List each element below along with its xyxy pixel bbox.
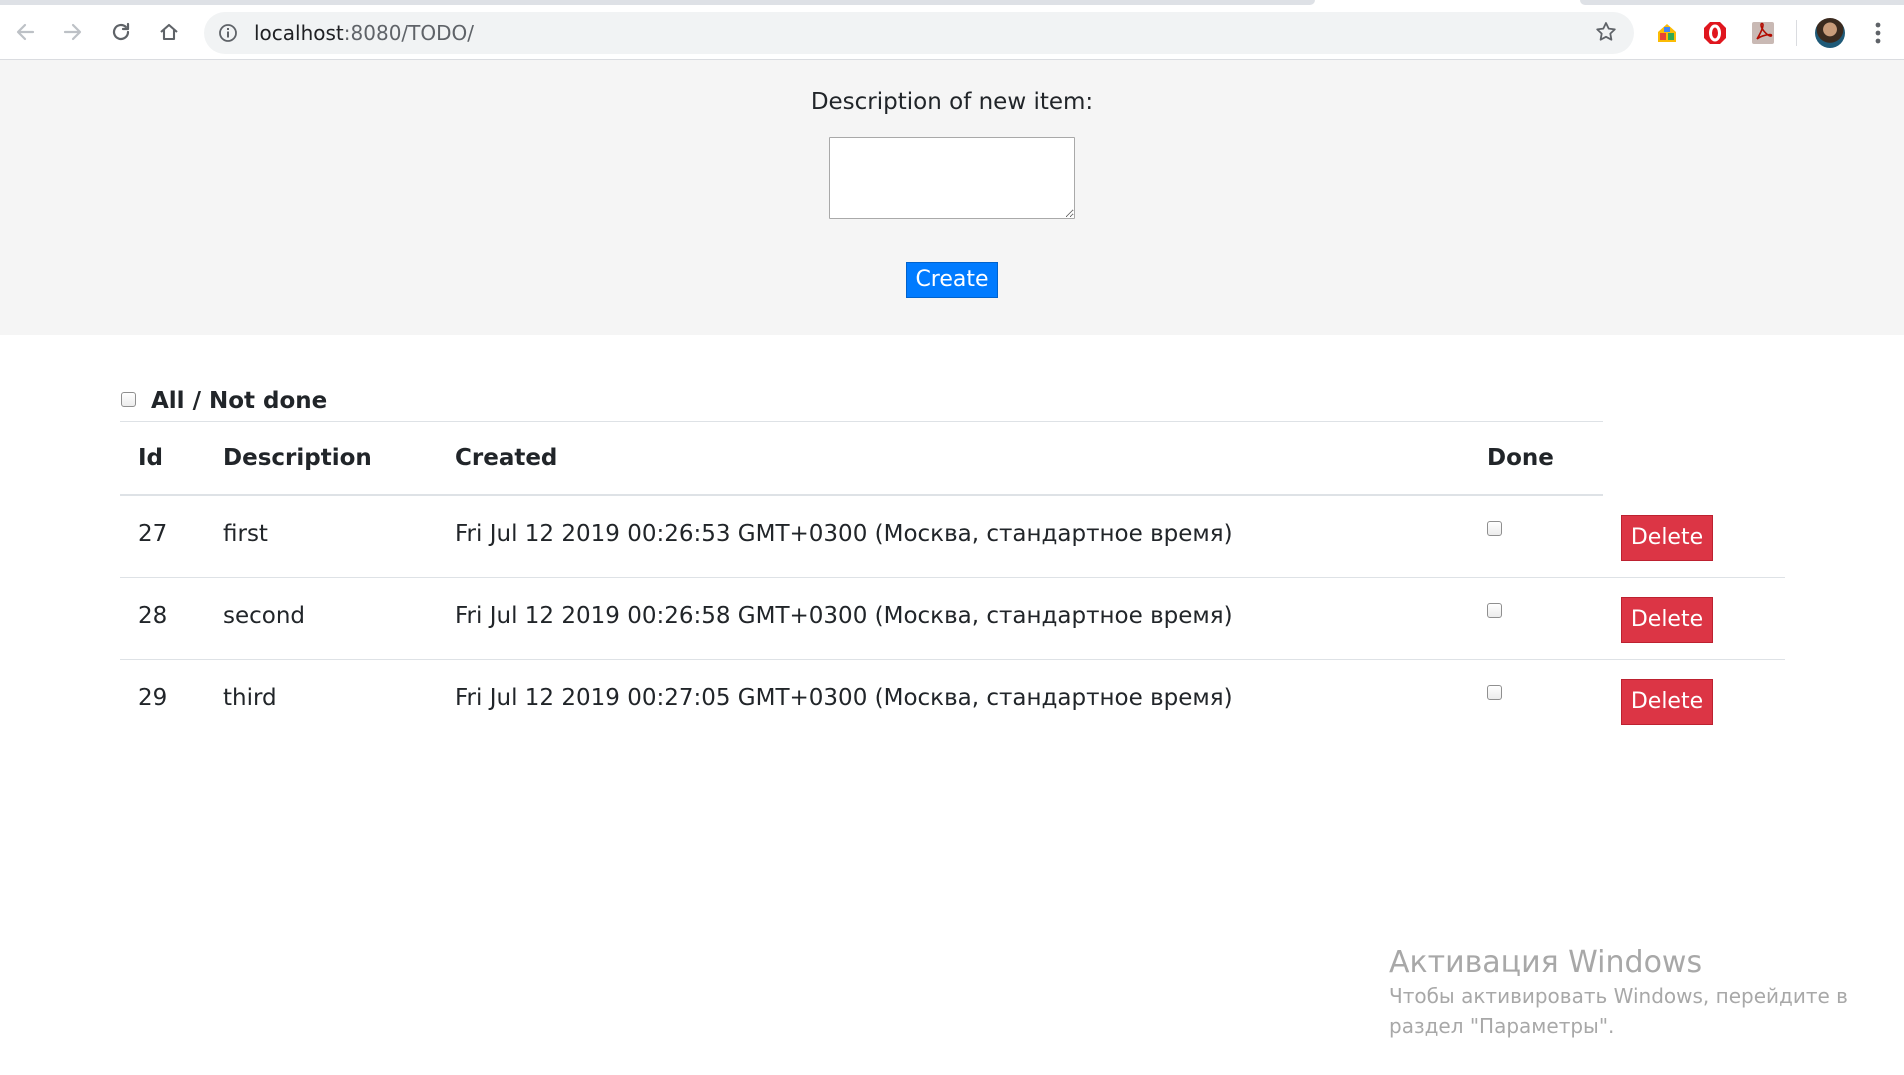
tab-strip-edge xyxy=(0,0,1315,5)
opera-adblock-icon[interactable] xyxy=(1702,20,1728,46)
windows-activation-watermark: Активация Windows Чтобы активировать Win… xyxy=(1389,945,1848,1041)
row-description: third xyxy=(223,685,277,711)
star-icon[interactable] xyxy=(1594,20,1618,44)
watermark-title: Активация Windows xyxy=(1389,945,1703,980)
table-row: 28 second Fri Jul 12 2019 00:26:58 GMT+0… xyxy=(120,578,1785,660)
table-row: 29 third Fri Jul 12 2019 00:27:05 GMT+03… xyxy=(120,660,1785,742)
arrow-right-icon xyxy=(63,23,82,41)
row-created: Fri Jul 12 2019 00:27:05 GMT+0300 (Москв… xyxy=(455,685,1233,711)
filter-row: All / Not done xyxy=(120,385,1603,422)
description-label: Description of new item: xyxy=(810,89,1094,115)
delete-button[interactable]: Delete xyxy=(1621,679,1713,725)
row-id: 28 xyxy=(138,603,168,629)
done-checkbox[interactable] xyxy=(1487,603,1502,618)
table-row: 27 first Fri Jul 12 2019 00:26:53 GMT+03… xyxy=(120,496,1785,578)
info-icon[interactable] xyxy=(218,23,238,43)
forward-button[interactable] xyxy=(58,17,88,47)
new-item-form: Description of new item: Create xyxy=(0,60,1904,335)
home-icon xyxy=(160,23,178,41)
back-button[interactable] xyxy=(10,17,40,47)
toolbar-divider xyxy=(1796,20,1797,46)
pdf-reader-icon[interactable] xyxy=(1750,20,1776,46)
row-description: second xyxy=(223,603,306,629)
row-created: Fri Jul 12 2019 00:26:53 GMT+0300 (Москв… xyxy=(455,521,1233,547)
watermark-line-2: раздел "Параметры". xyxy=(1389,1014,1615,1038)
delete-button[interactable]: Delete xyxy=(1621,597,1713,643)
tab-strip-edge-right xyxy=(1580,0,1904,5)
column-header-description: Description xyxy=(223,445,372,471)
delete-button[interactable]: Delete xyxy=(1621,515,1713,561)
row-description: first xyxy=(223,521,268,547)
row-id: 29 xyxy=(138,685,168,711)
url-path: :8080/TODO/ xyxy=(343,21,474,45)
done-checkbox[interactable] xyxy=(1487,685,1502,700)
url-host: localhost xyxy=(254,21,344,45)
done-checkbox[interactable] xyxy=(1487,521,1502,536)
column-header-id: Id xyxy=(138,445,164,471)
row-id: 27 xyxy=(138,521,168,547)
column-header-done: Done xyxy=(1487,445,1554,471)
row-created: Fri Jul 12 2019 00:26:58 GMT+0300 (Москв… xyxy=(455,603,1233,629)
address-bar[interactable]: localhost:8080/TODO/ xyxy=(204,12,1634,54)
arrow-left-icon xyxy=(16,23,35,41)
watermark-line-1: Чтобы активировать Windows, перейдите в xyxy=(1389,984,1848,1008)
reload-button[interactable] xyxy=(106,17,136,47)
home-button[interactable] xyxy=(154,17,184,47)
create-button[interactable]: Create xyxy=(906,262,998,298)
filter-label: All / Not done xyxy=(151,388,328,414)
filter-checkbox[interactable] xyxy=(121,392,136,407)
google-apps-icon[interactable] xyxy=(1654,20,1680,46)
url-text[interactable]: localhost:8080/TODO/ xyxy=(254,22,474,44)
reload-icon xyxy=(112,22,130,41)
avatar[interactable] xyxy=(1815,18,1845,48)
column-header-created: Created xyxy=(455,445,558,471)
more-vertical-icon[interactable] xyxy=(1868,20,1888,46)
browser-toolbar: localhost:8080/TODO/ xyxy=(0,0,1904,60)
description-input[interactable] xyxy=(829,137,1075,219)
